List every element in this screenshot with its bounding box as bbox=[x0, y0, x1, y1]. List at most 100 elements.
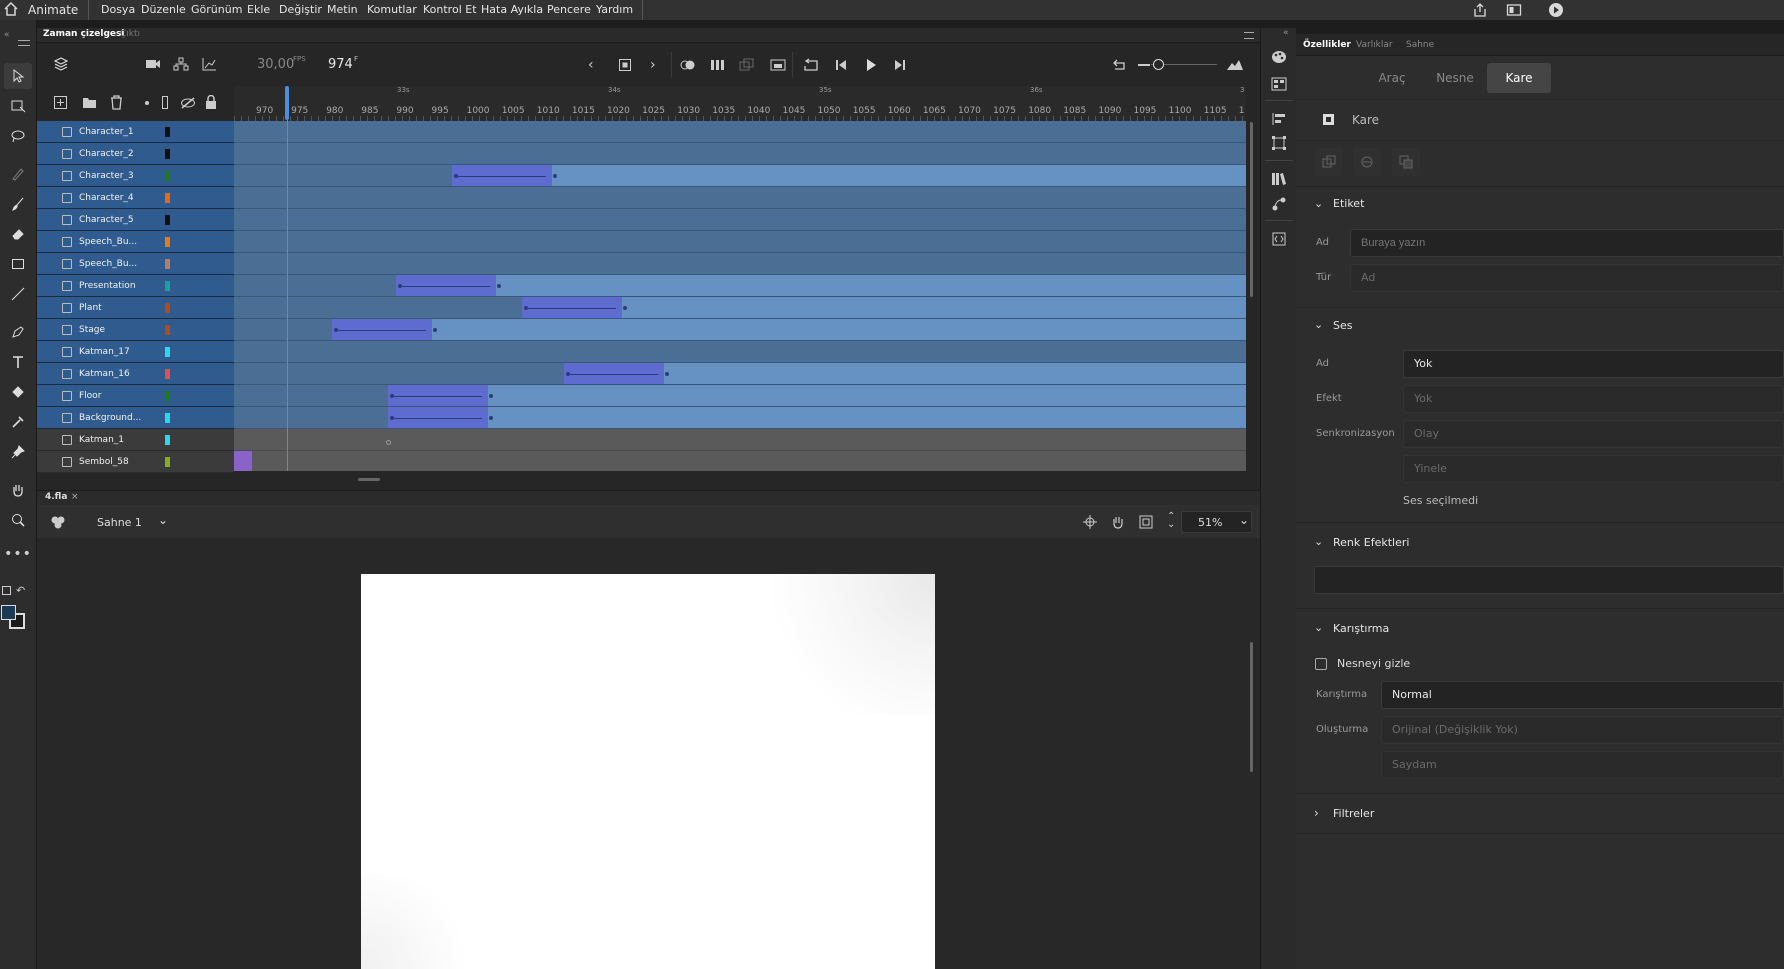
timeline-zoom-handle[interactable] bbox=[1153, 59, 1164, 70]
align-icon[interactable] bbox=[1271, 112, 1287, 129]
menu-degistir[interactable]: Değiştir bbox=[279, 3, 322, 16]
share-icon[interactable] bbox=[1472, 2, 1488, 21]
layer-name[interactable]: Plant bbox=[79, 303, 102, 313]
color-effect-dropdown[interactable] bbox=[1314, 566, 1784, 594]
free-transform-tool-icon[interactable] bbox=[4, 93, 32, 119]
frame-row[interactable] bbox=[234, 363, 1246, 385]
render-dropdown[interactable]: Orijinal (Değişiklik Yok) bbox=[1381, 716, 1784, 744]
frame-action-button-3[interactable] bbox=[1392, 148, 1420, 176]
keyframe[interactable] bbox=[433, 328, 437, 332]
frame-row[interactable] bbox=[234, 341, 1246, 363]
menu-ekle[interactable]: Ekle bbox=[247, 3, 270, 16]
layer-row[interactable]: Character_4 bbox=[37, 187, 234, 209]
keyframe[interactable] bbox=[665, 372, 669, 376]
pen-tool-icon[interactable] bbox=[4, 319, 32, 345]
loop-icon[interactable] bbox=[803, 58, 819, 75]
layer-name[interactable]: Speech_Bu... bbox=[79, 237, 137, 247]
layer-name[interactable]: Speech_Bu... bbox=[79, 259, 137, 269]
layer-color-swatch[interactable] bbox=[165, 347, 170, 357]
edit-multiple-frames-icon[interactable] bbox=[710, 58, 726, 75]
frame-row[interactable] bbox=[234, 253, 1246, 275]
frame-row[interactable] bbox=[234, 187, 1246, 209]
step-forward-icon[interactable] bbox=[893, 58, 907, 75]
layer-name[interactable]: Presentation bbox=[79, 281, 136, 291]
frame-row[interactable] bbox=[234, 231, 1246, 253]
new-folder-icon[interactable] bbox=[82, 96, 97, 112]
layer-color-swatch[interactable] bbox=[165, 281, 170, 291]
frame-row[interactable] bbox=[234, 319, 1246, 341]
highlight-layers-icon[interactable] bbox=[145, 101, 149, 105]
timeline-vscrollbar[interactable] bbox=[1250, 122, 1253, 297]
layer-color-swatch[interactable] bbox=[165, 391, 170, 401]
chevron-down-icon[interactable]: ⌄ bbox=[1314, 535, 1323, 548]
layer-color-swatch[interactable] bbox=[165, 193, 170, 203]
layer-name[interactable]: Character_2 bbox=[79, 149, 134, 159]
layer-color-swatch[interactable] bbox=[165, 149, 170, 159]
layer-name[interactable]: Katman_1 bbox=[79, 435, 124, 445]
keyframe[interactable] bbox=[623, 306, 627, 310]
clip-frames-icon[interactable] bbox=[770, 58, 786, 75]
swatches-icon[interactable] bbox=[1271, 77, 1287, 94]
layer-color-swatch[interactable] bbox=[165, 127, 170, 137]
frame-span[interactable] bbox=[552, 165, 1246, 186]
sound-section-title[interactable]: Ses bbox=[1333, 319, 1352, 332]
zoom-stepper-icon[interactable]: ⌃ ⌄ bbox=[1167, 512, 1175, 530]
line-tool-icon[interactable] bbox=[4, 281, 32, 307]
chevron-down-icon[interactable]: ⌄ bbox=[1314, 621, 1323, 634]
menu-gorunum[interactable]: Görünüm bbox=[191, 3, 242, 16]
layer-row[interactable]: Stage bbox=[37, 319, 234, 341]
hand-tool-icon[interactable] bbox=[4, 477, 32, 503]
layer-name[interactable]: Character_5 bbox=[79, 215, 134, 225]
frame-row[interactable] bbox=[234, 385, 1246, 407]
tab-timeline[interactable]: Zaman çizelgesi bbox=[43, 29, 124, 39]
blend-dropdown[interactable]: Normal bbox=[1381, 681, 1784, 709]
layers-icon[interactable] bbox=[53, 56, 69, 75]
keyframe[interactable] bbox=[454, 174, 458, 178]
frame-row[interactable] bbox=[234, 451, 1246, 471]
test-movie-icon[interactable] bbox=[1548, 2, 1564, 21]
close-tab-icon[interactable]: × bbox=[71, 492, 79, 502]
sound-effect-dropdown[interactable]: Yok bbox=[1403, 385, 1784, 413]
menu-pencere[interactable]: Pencere bbox=[547, 3, 591, 16]
menu-yardim[interactable]: Yardım bbox=[596, 3, 633, 16]
motion-tween[interactable] bbox=[452, 165, 557, 186]
eraser-tool-icon[interactable] bbox=[4, 221, 32, 247]
layer-name[interactable]: Background... bbox=[79, 413, 141, 423]
frame-span[interactable] bbox=[488, 407, 1246, 428]
frame-action-button-2[interactable] bbox=[1353, 148, 1381, 176]
eyedropper-tool-icon[interactable] bbox=[4, 409, 32, 435]
layer-row[interactable]: Background... bbox=[37, 407, 234, 429]
frame-span[interactable] bbox=[488, 385, 1246, 406]
current-frame[interactable]: 974 bbox=[328, 57, 353, 72]
layer-color-swatch[interactable] bbox=[165, 435, 170, 445]
timeline-ruler[interactable]: 33s 34s 35s 36s 3 970 975 980 985 990 995 1000… bbox=[234, 86, 1246, 121]
frame-span[interactable] bbox=[432, 319, 1246, 340]
frame-row[interactable] bbox=[234, 121, 1246, 143]
layer-name[interactable]: Stage bbox=[79, 325, 105, 335]
sound-name-dropdown[interactable]: Yok bbox=[1403, 350, 1784, 378]
lock-layers-icon[interactable] bbox=[205, 94, 217, 113]
frame-row[interactable] bbox=[234, 143, 1246, 165]
panel-menu-icon[interactable] bbox=[18, 40, 30, 46]
brush-tool-icon[interactable] bbox=[4, 191, 32, 217]
sound-sync-dropdown[interactable]: Olay bbox=[1403, 420, 1784, 448]
menu-hata-ayikla[interactable]: Hata Ayıkla bbox=[481, 3, 543, 16]
lasso-tool-icon[interactable] bbox=[4, 123, 32, 149]
keyframe[interactable] bbox=[398, 284, 402, 288]
layer-name[interactable]: Character_4 bbox=[79, 193, 134, 203]
layer-name[interactable]: Character_3 bbox=[79, 171, 134, 181]
tab-output[interactable]: Çıktı bbox=[120, 29, 140, 39]
scene-name[interactable]: Sahne 1 bbox=[97, 516, 142, 529]
mode-object-button[interactable]: Nesne bbox=[1423, 63, 1487, 93]
keyframe[interactable] bbox=[390, 416, 394, 420]
frame-row[interactable] bbox=[234, 165, 1246, 187]
frame-action-button-1[interactable] bbox=[1315, 148, 1343, 176]
library-icon[interactable] bbox=[1271, 172, 1287, 189]
more-tools-icon[interactable]: ••• bbox=[4, 541, 32, 567]
stage-vscrollbar[interactable] bbox=[1250, 642, 1253, 772]
chevron-down-icon[interactable]: ⌄ bbox=[1314, 318, 1323, 331]
layer-row[interactable]: Character_5 bbox=[37, 209, 234, 231]
filters-section-title[interactable]: Filtreler bbox=[1333, 807, 1374, 820]
parenting-icon[interactable] bbox=[173, 57, 189, 74]
frame-span[interactable] bbox=[622, 297, 1246, 318]
